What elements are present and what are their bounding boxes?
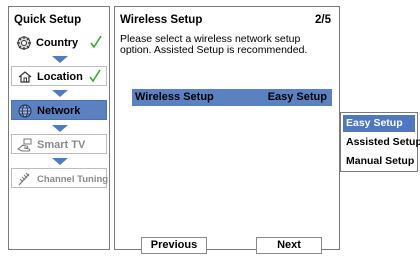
sidebar-item-label: Smart TV [37,139,86,151]
sidebar-item-label: Network [37,105,81,117]
step-arrow-icon [52,158,68,165]
step-arrow-icon [52,56,68,63]
sidebar-item-label: Location [37,71,83,83]
antenna-icon [17,171,33,187]
sidebar-item-label: Country [36,37,79,49]
description-text: Please select a wireless network setup o… [120,33,308,56]
sidebar-item-smart-tv[interactable]: Smart TV [11,134,107,154]
sidebar-title: Quick Setup [14,14,82,26]
gear-icon [16,35,32,51]
next-button[interactable]: Next [256,237,322,254]
sidebar-item-location[interactable]: Location [11,66,107,86]
setting-name: Wireless Setup [135,91,214,103]
wireless-setup-setting-row[interactable]: Wireless Setup Easy Setup [132,89,332,106]
hand-icon [16,137,33,153]
check-icon [88,68,102,84]
previous-button[interactable]: Previous [141,237,207,254]
option-manual-setup[interactable]: Manual Setup [343,153,415,170]
sidebar-item-label: Channel Tuning [37,174,109,185]
page-title: Wireless Setup [120,14,203,26]
house-icon [17,69,33,85]
globe-icon [17,103,33,119]
sidebar-item-network[interactable]: Network [11,100,107,120]
step-arrow-icon [52,125,68,132]
quick-setup-sidebar: Quick Setup Country Location Network Sma… [8,6,110,250]
sidebar-item-country[interactable]: Country [11,33,107,53]
option-easy-setup[interactable]: Easy Setup [343,115,415,132]
wireless-setup-panel: Wireless Setup 2/5 Please select a wirel… [114,6,340,254]
step-indicator: 2/5 [315,14,331,26]
setting-value: Easy Setup [267,91,327,103]
setup-option-dropdown[interactable]: Easy Setup Assisted Setup Manual Setup [340,112,420,172]
option-assisted-setup[interactable]: Assisted Setup [343,134,420,151]
step-arrow-icon [52,90,68,97]
sidebar-item-channel-tuning[interactable]: Channel Tuning [11,168,109,188]
check-icon [89,34,103,50]
